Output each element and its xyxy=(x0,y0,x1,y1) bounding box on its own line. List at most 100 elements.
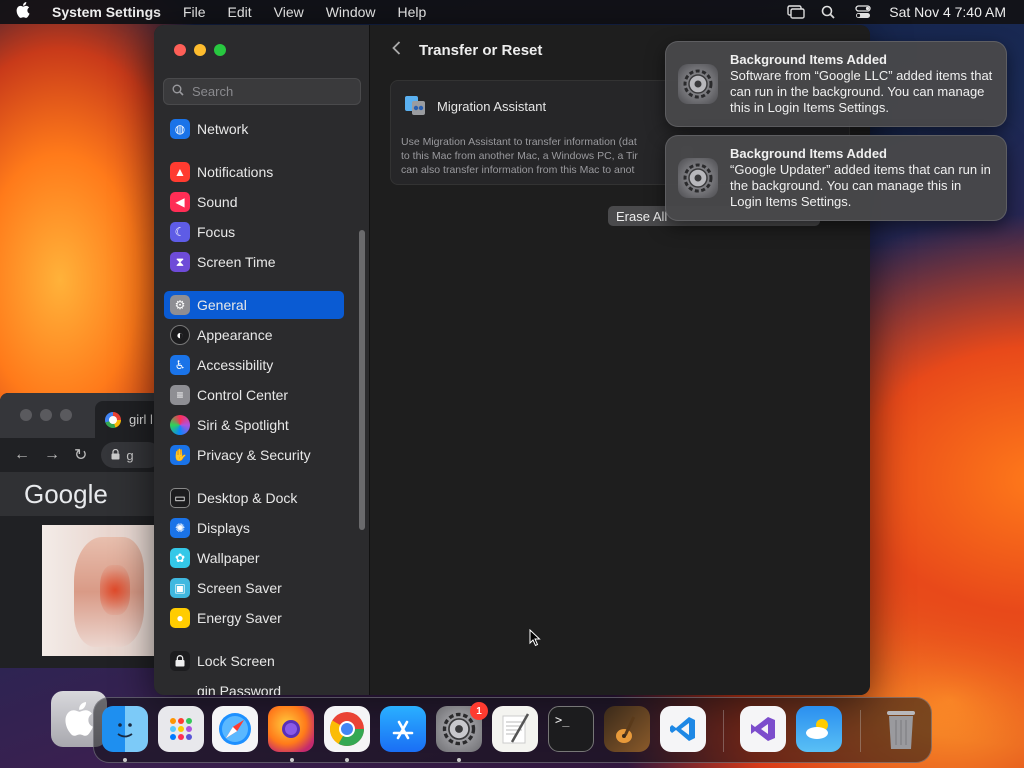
zoom-button[interactable] xyxy=(214,44,226,56)
google-logo[interactable]: Google xyxy=(24,479,108,510)
sidebar-item-label: General xyxy=(197,297,247,313)
close-button[interactable] xyxy=(174,44,186,56)
gear-icon: ⚙ xyxy=(170,295,190,315)
textedit-icon[interactable] xyxy=(492,706,538,752)
mouse-cursor-icon xyxy=(529,629,541,647)
firefox-running-indicator xyxy=(290,758,294,762)
sidebar-item-energy-saver[interactable]: ● Energy Saver xyxy=(164,604,344,632)
menu-bar: System Settings File Edit View Window He… xyxy=(0,0,1024,24)
spotlight-search-icon[interactable] xyxy=(821,5,837,19)
migration-desc-line: Use Migration Assistant to transfer info… xyxy=(401,136,637,148)
sidebar-item-general[interactable]: ⚙ General xyxy=(164,291,344,319)
notification-body: “Google Updater” added items that can ru… xyxy=(730,162,991,209)
sidebar-item-privacy-security[interactable]: ✋ Privacy & Security xyxy=(164,441,344,469)
sidebar-item-label: Wallpaper xyxy=(197,550,260,566)
menu-app-name[interactable]: System Settings xyxy=(52,4,161,20)
notification-body: Software from “Google LLC” added items t… xyxy=(730,68,993,115)
back-chevron-icon[interactable] xyxy=(392,41,401,60)
sidebar-item-label: Focus xyxy=(197,224,236,240)
bell-icon: ▲ xyxy=(170,162,190,182)
appearance-icon: ◐ xyxy=(170,325,190,345)
forward-arrow-icon[interactable]: → xyxy=(44,446,60,464)
reload-icon[interactable]: ↻ xyxy=(74,445,87,465)
globe-icon: ◍ xyxy=(170,119,190,139)
sidebar-item-control-center[interactable]: ≡ Control Center xyxy=(164,381,344,409)
safari-icon[interactable] xyxy=(212,706,258,752)
notification-card[interactable]: Background Items Added Software from “Go… xyxy=(665,41,1007,127)
sidebar-item-label: Appearance xyxy=(197,327,273,343)
vscode-icon[interactable] xyxy=(660,706,706,752)
sidebar-item-label: Accessibility xyxy=(197,357,274,373)
back-arrow-icon[interactable]: ← xyxy=(14,446,30,464)
hand-icon: ✋ xyxy=(170,445,190,465)
sidebar-item-label: Screen Time xyxy=(197,254,276,270)
dock-separator xyxy=(723,710,724,752)
sidebar-item-focus[interactable]: ☾ Focus xyxy=(164,218,344,246)
siri-icon xyxy=(170,415,190,435)
sidebar-item-screen-time[interactable]: ⧗ Screen Time xyxy=(164,248,344,276)
notification-title: Background Items Added xyxy=(730,146,887,161)
control-center-icon[interactable] xyxy=(855,5,871,19)
chrome-minimize-button[interactable] xyxy=(40,409,52,421)
weather-icon[interactable] xyxy=(796,706,842,752)
launchpad-icon[interactable] xyxy=(158,706,204,752)
dock: 1 >_ xyxy=(93,697,932,763)
sidebar-item-accessibility[interactable]: ♿ Accessibility xyxy=(164,351,344,379)
settings-sidebar: ◍ Network ▲ Notifications ◀ Sound ☾ Focu… xyxy=(154,25,370,695)
flower-icon: ✿ xyxy=(170,548,190,568)
address-text: g xyxy=(126,447,134,463)
trash-icon[interactable] xyxy=(878,706,924,752)
notification-title: Background Items Added xyxy=(730,52,887,67)
visual-studio-icon[interactable] xyxy=(740,706,786,752)
sidebar-item-appearance[interactable]: ◐ Appearance xyxy=(164,321,344,349)
minimize-button[interactable] xyxy=(194,44,206,56)
notification-card[interactable]: Background Items Added “Google Updater” … xyxy=(665,135,1007,221)
migration-desc-line: to this Mac from another Mac, a Windows … xyxy=(401,150,638,162)
sidebar-item-label: Notifications xyxy=(197,164,274,180)
menu-window[interactable]: Window xyxy=(326,4,376,20)
screen-saver-icon: ▣ xyxy=(170,578,190,598)
menu-edit[interactable]: Edit xyxy=(228,4,252,20)
settings-search-field[interactable] xyxy=(163,78,361,105)
sidebar-item-login-password[interactable]: gin Password xyxy=(164,677,344,695)
search-input[interactable] xyxy=(192,84,342,99)
menu-file[interactable]: File xyxy=(183,4,206,20)
chrome-traffic-lights xyxy=(20,409,72,421)
content-header: Transfer or Reset xyxy=(392,41,542,60)
address-bar[interactable]: g xyxy=(101,442,162,468)
app-store-icon[interactable] xyxy=(380,706,426,752)
garageband-icon[interactable] xyxy=(604,706,650,752)
sidebar-item-lock-screen[interactable]: Lock Screen xyxy=(164,647,344,675)
terminal-icon[interactable]: >_ xyxy=(548,706,594,752)
chrome-running-indicator xyxy=(345,758,349,762)
sidebar-item-label: Sound xyxy=(197,194,238,210)
chrome-maximize-button[interactable] xyxy=(60,409,72,421)
menu-help[interactable]: Help xyxy=(398,4,427,20)
sidebar-item-siri-spotlight[interactable]: Siri & Spotlight xyxy=(164,411,344,439)
firefox-icon[interactable] xyxy=(268,706,314,752)
migration-assistant-icon xyxy=(403,93,427,120)
sidebar-scrollbar[interactable] xyxy=(359,230,365,530)
sidebar-item-label: Desktop & Dock xyxy=(197,490,298,506)
sidebar-item-desktop-dock[interactable]: ▭ Desktop & Dock xyxy=(164,484,344,512)
chrome-close-button[interactable] xyxy=(20,409,32,421)
finder-icon[interactable] xyxy=(102,706,148,752)
sidebar-item-sound[interactable]: ◀ Sound xyxy=(164,188,344,216)
sidebar-item-displays[interactable]: ✺ Displays xyxy=(164,514,344,542)
sidebar-item-screen-saver[interactable]: ▣ Screen Saver xyxy=(164,574,344,602)
settings-running-indicator xyxy=(457,758,461,762)
menubar-clock[interactable]: Sat Nov 4 7:40 AM xyxy=(889,4,1006,20)
moon-icon: ☾ xyxy=(170,222,190,242)
sidebar-item-notifications[interactable]: ▲ Notifications xyxy=(164,158,344,186)
sidebar-item-label: Screen Saver xyxy=(197,580,282,596)
sidebar-item-wallpaper[interactable]: ✿ Wallpaper xyxy=(164,544,344,572)
speaker-icon: ◀ xyxy=(170,192,190,212)
system-settings-icon[interactable]: 1 xyxy=(436,702,488,752)
notification-badge: 1 xyxy=(470,702,488,720)
sidebar-item-network[interactable]: ◍ Network xyxy=(164,115,344,143)
migration-assistant-title: Migration Assistant xyxy=(437,99,547,114)
apple-menu-icon[interactable] xyxy=(16,2,36,22)
chrome-icon[interactable] xyxy=(324,706,370,752)
screen-mirroring-icon[interactable] xyxy=(787,5,805,19)
menu-view[interactable]: View xyxy=(274,4,304,20)
